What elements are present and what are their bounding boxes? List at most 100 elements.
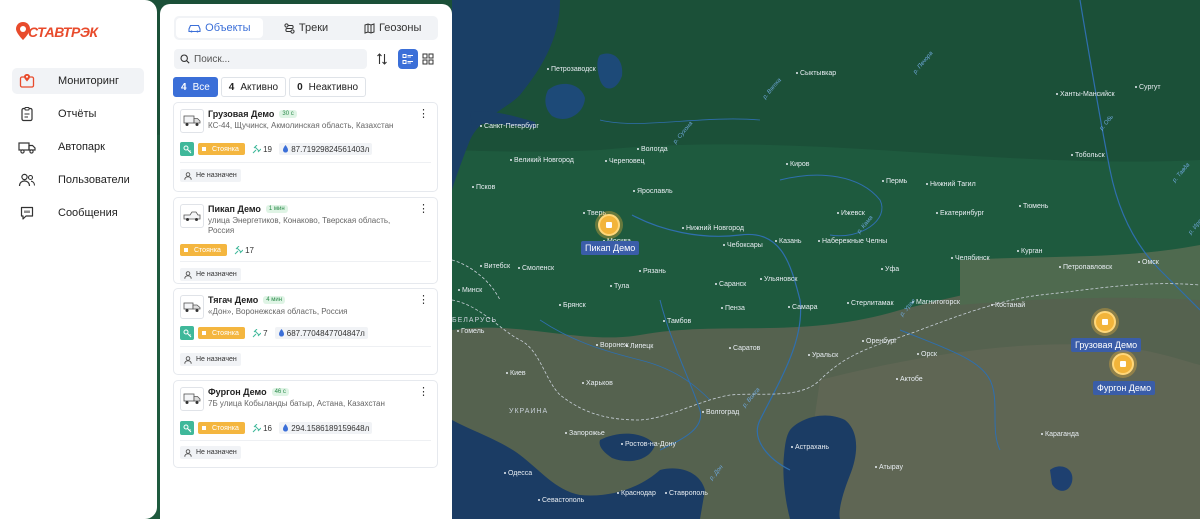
map-city-label: Нижний Тагил: [926, 181, 976, 188]
vehicle-address: КС-44, Щучинск, Акмолинская область, Каз…: [208, 121, 394, 130]
map-city-label: Витебск: [479, 263, 511, 270]
vehicle-marker[interactable]: [1112, 353, 1134, 375]
vehicle-card[interactable]: Пикап Демо 1 мин улица Энергетиков, Конак…: [173, 197, 438, 284]
map-city-label: Набережные Челны: [817, 238, 888, 245]
map-city-label: Казань: [775, 238, 802, 245]
key-icon[interactable]: [180, 326, 194, 340]
status-label: Стоянка: [212, 329, 239, 337]
list-view-button[interactable]: [398, 49, 418, 69]
sidebar-item-label: Мониторинг: [58, 75, 120, 87]
objects-panel: Объекты Треки Геозоны 4 Все 4 Активно 0 Неа…: [160, 4, 452, 519]
satellites-stat: 16: [249, 423, 275, 433]
tab-objects[interactable]: Объекты: [176, 18, 263, 38]
map-city-label: Севастополь: [537, 497, 585, 504]
divider: [180, 440, 431, 441]
sidebar: СТАВТРЭК Мониторинг Отчёты Автопарк Поль…: [0, 0, 157, 519]
filter-label: Все: [192, 81, 210, 93]
divider: [180, 261, 431, 262]
sidebar-item-label: Сообщения: [58, 207, 118, 219]
filter-inactive[interactable]: 0 Неактивно: [289, 77, 367, 97]
filter-active[interactable]: 4 Активно: [220, 77, 287, 97]
sidebar-item-label: Пользователи: [58, 174, 130, 186]
assignee-label: Не назначен: [196, 356, 237, 363]
assignee-label: Не назначен: [196, 271, 237, 278]
grid-view-button[interactable]: [418, 49, 438, 69]
map-city-label: Рязань: [639, 268, 666, 275]
map-city-label: Пенза: [721, 305, 745, 312]
map-city-label: Самара: [788, 304, 818, 311]
fuel-value: 294.1586189159648л: [291, 423, 370, 433]
map-city-label: Атырау: [875, 464, 903, 471]
panel-tabs: Объекты Треки Геозоны: [174, 16, 438, 40]
sidebar-item-label: Автопарк: [58, 141, 105, 153]
more-options-icon[interactable]: ⋮: [418, 204, 429, 215]
stop-icon: [202, 147, 206, 151]
search-input[interactable]: [194, 53, 354, 65]
sidebar-item-messages[interactable]: Сообщения: [12, 200, 144, 226]
vehicle-marker-label[interactable]: Пикап Демо: [581, 241, 640, 255]
vehicle-marker[interactable]: [1094, 311, 1116, 333]
driver-assignment[interactable]: Не назначен: [180, 268, 241, 281]
fuel-stat: 687.7704847704847л: [274, 327, 368, 339]
key-icon[interactable]: [180, 142, 194, 156]
satellites-count: 19: [263, 144, 272, 154]
sidebar-item-reports[interactable]: Отчёты: [12, 101, 144, 127]
search-icon: [180, 54, 190, 64]
vehicle-name: Грузовая Демо: [208, 109, 275, 119]
tab-label: Треки: [298, 22, 329, 34]
vehicle-van-icon: [180, 387, 204, 411]
vehicle-marker[interactable]: [598, 214, 620, 236]
sort-icon: [377, 53, 387, 65]
map-city-label: Санкт-Петербург: [480, 123, 539, 130]
sidebar-item-monitoring[interactable]: Мониторинг: [12, 68, 144, 94]
vehicle-address: 7Б улица Кобыланды батыр, Астана, Казахс…: [208, 399, 385, 408]
map-city-label: Минск: [457, 287, 483, 294]
sort-button[interactable]: [372, 49, 392, 69]
vehicle-marker-label[interactable]: Фургон Демо: [1093, 381, 1156, 395]
parking-icon: [606, 222, 612, 228]
map-city-label: Екатеринбург: [935, 210, 985, 217]
map-country-label: БЕЛАРУСЬ: [452, 317, 498, 324]
filter-all[interactable]: 4 Все: [173, 77, 218, 97]
brand-logo[interactable]: СТАВТРЭК: [16, 22, 98, 40]
key-icon[interactable]: [180, 421, 194, 435]
map-city-label: Петропавловск: [1058, 264, 1113, 271]
tab-geozones[interactable]: Геозоны: [349, 18, 436, 38]
driver-assignment[interactable]: Не назначен: [180, 169, 241, 182]
status-label: Стоянка: [212, 424, 239, 432]
map-city-label: Чебоксары: [723, 242, 763, 249]
more-options-icon[interactable]: ⋮: [418, 295, 429, 306]
status-label: Стоянка: [194, 246, 221, 254]
person-icon: [184, 448, 192, 457]
tab-tracks[interactable]: Треки: [263, 18, 350, 38]
vehicle-card[interactable]: Фургон Демо 46 с 7Б улица Кобыланды батыр…: [173, 380, 438, 468]
map-city-label: Ставрополь: [665, 490, 708, 497]
map-city-label: Уральск: [807, 352, 839, 359]
assignee-label: Не назначен: [196, 449, 237, 456]
sidebar-item-fleet[interactable]: Автопарк: [12, 134, 144, 160]
map-city-label: Магнитогорск: [912, 299, 960, 306]
stop-icon: [202, 331, 206, 335]
logo-text: СТАВТРЭК: [28, 24, 98, 40]
vehicle-card[interactable]: Грузовая Демо 30 с КС-44, Щучинск, Акмоли…: [173, 102, 438, 192]
sidebar-item-users[interactable]: Пользователи: [12, 167, 144, 193]
filter-label: Неактивно: [308, 81, 359, 93]
more-options-icon[interactable]: ⋮: [418, 109, 429, 120]
satellites-stat: 17: [231, 245, 257, 255]
map-city-label: Смоленск: [517, 265, 555, 272]
vehicle-name: Фургон Демо: [208, 387, 267, 397]
map-city-label: Нижний Новгород: [682, 225, 744, 232]
driver-assignment[interactable]: Не назначен: [180, 353, 241, 366]
map-city-label: Стерлитамак: [847, 300, 894, 307]
vehicle-marker-label[interactable]: Грузовая Демо: [1071, 338, 1142, 352]
map-city-label: Тула: [609, 283, 630, 290]
filter-count: 0: [297, 81, 303, 93]
vehicle-card[interactable]: Тягач Демо 4 мин «Дон», Воронежская облас…: [173, 288, 438, 375]
map-country-label: УКРАИНА: [509, 408, 549, 415]
map-city-label: Тобольск: [1071, 152, 1105, 159]
parking-icon: [1102, 319, 1108, 325]
more-options-icon[interactable]: ⋮: [418, 387, 429, 398]
search-box[interactable]: [174, 49, 367, 69]
driver-assignment[interactable]: Не назначен: [180, 446, 241, 459]
map-city-label: Пермь: [881, 178, 908, 185]
